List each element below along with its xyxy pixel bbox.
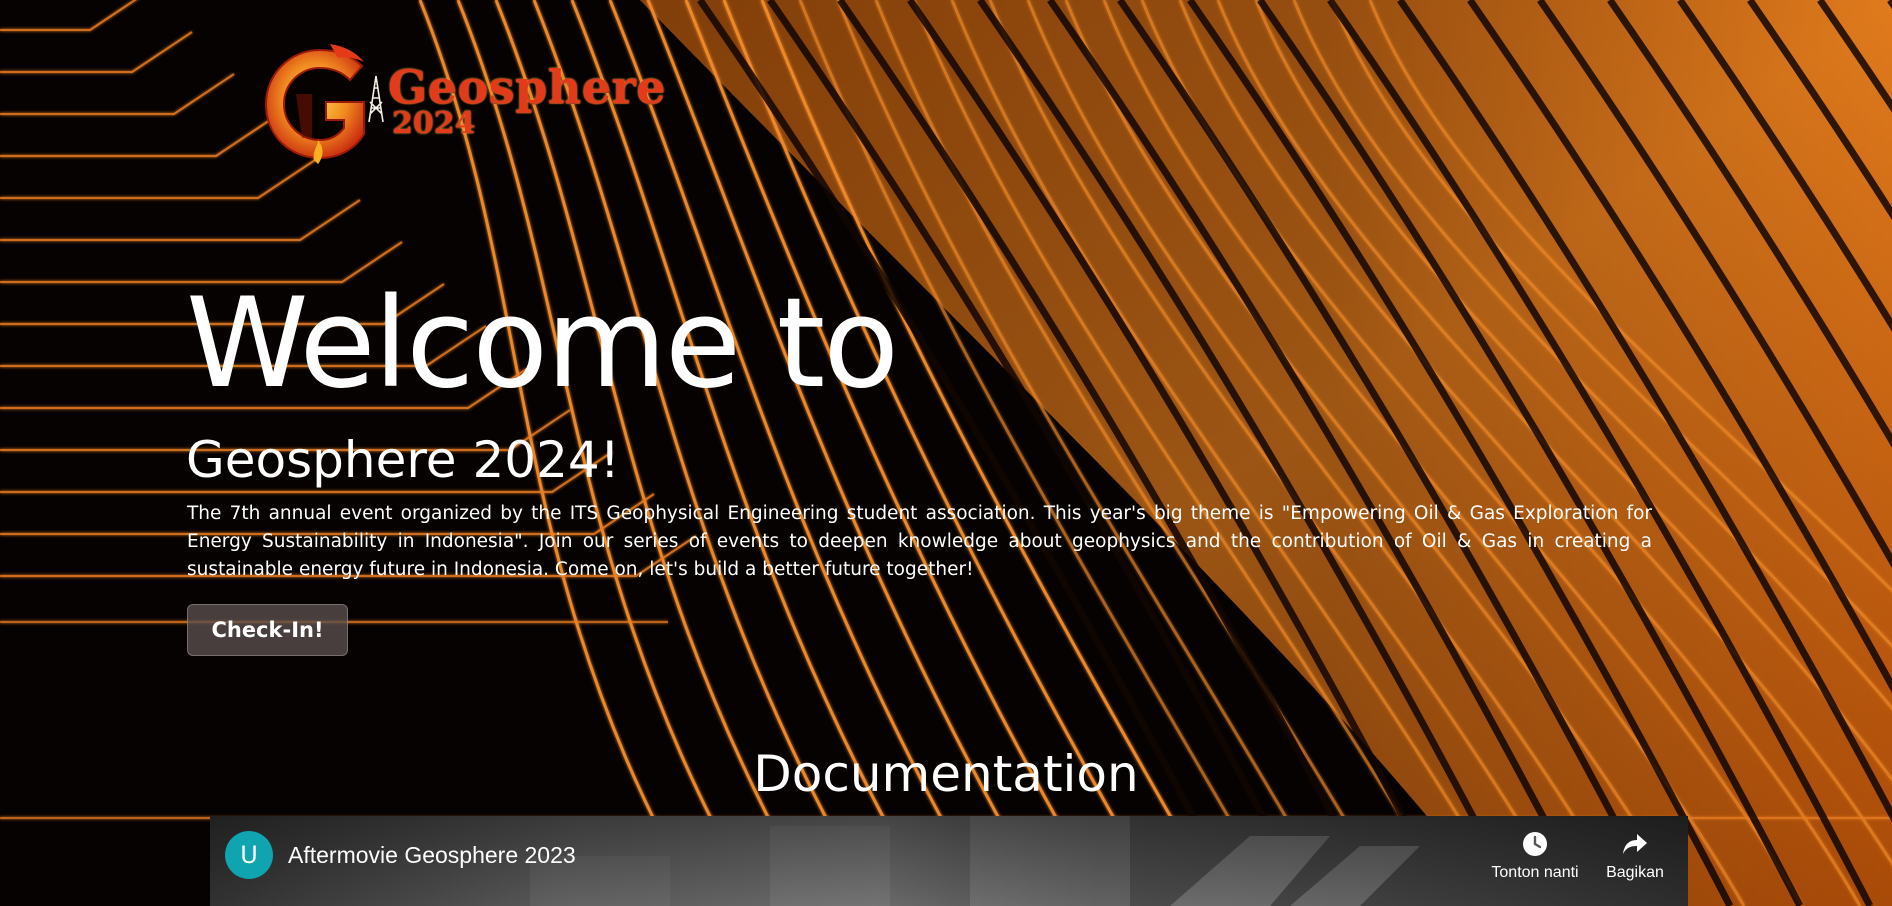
oil-rig-icon — [368, 75, 384, 123]
clock-icon — [1523, 832, 1547, 856]
share-arrow-icon — [1623, 834, 1647, 854]
documentation-heading: Documentation — [753, 745, 1139, 803]
hero-title: Welcome to — [186, 272, 899, 416]
video-title[interactable]: Aftermovie Geosphere 2023 — [288, 840, 576, 870]
geosphere-logo[interactable]: Geosphere 2024 — [252, 40, 666, 170]
check-in-button[interactable]: Check-In! — [187, 604, 348, 656]
logo-wordmark: Geosphere — [388, 60, 667, 114]
hero-subtitle: Geosphere 2024! — [186, 431, 620, 489]
watch-later-button[interactable]: Tonton nanti — [1490, 830, 1580, 890]
share-button[interactable]: Bagikan — [1590, 830, 1680, 890]
page: Geosphere 2024 Welcome to Geosphere 2024… — [0, 0, 1892, 906]
watch-later-label: Tonton nanti — [1491, 864, 1579, 881]
hero-description: The 7th annual event organized by the IT… — [187, 503, 1652, 580]
channel-avatar[interactable]: U — [225, 831, 273, 879]
youtube-video-embed[interactable]: U Aftermovie Geosphere 2023 Tonton nanti… — [210, 816, 1688, 906]
share-label: Bagikan — [1606, 864, 1664, 881]
logo-year: 2024 — [392, 106, 476, 141]
geosphere-emblem-icon — [264, 44, 365, 164]
